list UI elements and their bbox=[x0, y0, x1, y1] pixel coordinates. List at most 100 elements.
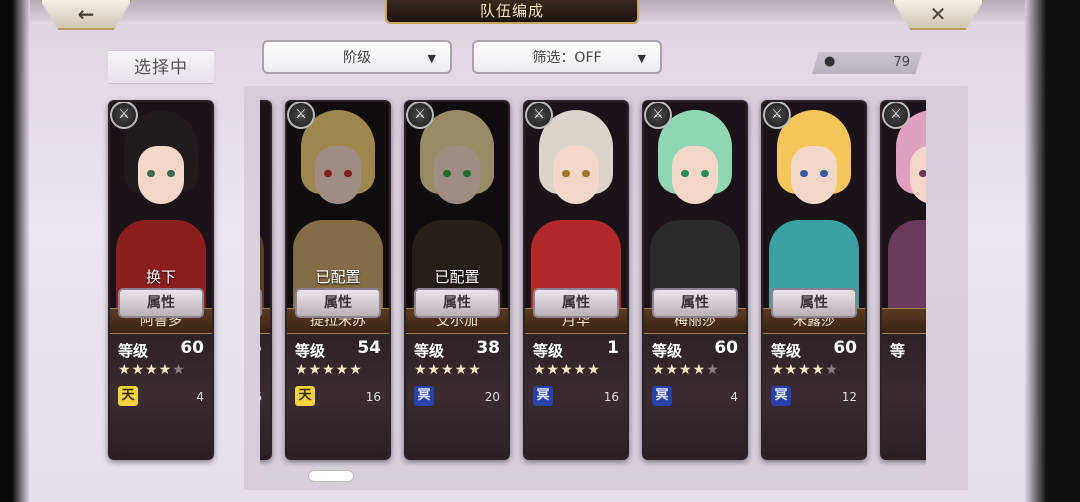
portrait-face bbox=[672, 146, 718, 204]
assigned-label: 已配置 bbox=[434, 268, 480, 286]
stars-filled: ★★★★ bbox=[652, 362, 707, 378]
rarity-stars: ★★★★★ bbox=[771, 362, 839, 378]
horizontal-scrollbar[interactable] bbox=[262, 472, 924, 482]
rank-sort-dropdown[interactable]: 阶级 ▼ bbox=[262, 40, 452, 74]
portrait-eye bbox=[820, 170, 828, 177]
level-label: 等级 bbox=[118, 342, 149, 360]
level-value: 60 bbox=[180, 338, 204, 358]
unit-card-list[interactable]: ⚔ 艳 等级 55 ★★★ 16 性 ⚔ 已配置 提拉米苏 等级 54 ★★★★… bbox=[260, 96, 926, 466]
unit-number: 16 bbox=[260, 390, 262, 404]
unit-count-value: 79 bbox=[893, 55, 910, 70]
unit-card[interactable]: ⚔ 等 bbox=[880, 100, 926, 460]
attribute-button[interactable]: 性 bbox=[260, 288, 262, 318]
unit-number: 20 bbox=[484, 390, 500, 404]
level-label: 等级 bbox=[652, 342, 683, 360]
attribute-button[interactable]: 属性 bbox=[652, 288, 738, 318]
back-arrow-icon: ← bbox=[77, 2, 95, 26]
selected-unit-card[interactable]: ⚔ 换下 阿鲁多 等级 60 ★★★★★ 天 4 属性 bbox=[108, 100, 214, 460]
stars-filled: ★★★★★ bbox=[414, 362, 482, 378]
unit-card[interactable]: ⚔ 梅丽莎 等级 60 ★★★★★ 冥 4 属性 bbox=[642, 100, 748, 460]
unit-portrait bbox=[882, 102, 926, 310]
unit-portrait bbox=[763, 102, 865, 310]
unit-card[interactable]: ⚔ 米露莎 等级 60 ★★★★★ 冥 12 属性 bbox=[761, 100, 867, 460]
portrait-eye bbox=[562, 170, 570, 177]
portrait-face bbox=[138, 146, 184, 204]
sword-icon: ⚔ bbox=[110, 102, 138, 129]
level-value: 55 bbox=[260, 338, 262, 358]
sword-icon: ⚔ bbox=[287, 102, 315, 129]
unit-card[interactable]: ⚔ 已配置 艾尔加 等级 38 ★★★★★ 冥 20 属性 bbox=[404, 100, 510, 460]
attribute-button[interactable]: 属性 bbox=[771, 288, 857, 318]
rank-badge: 冥 bbox=[533, 386, 553, 406]
sword-icon: ⚔ bbox=[406, 102, 434, 129]
portrait-eye bbox=[582, 170, 590, 177]
stars-empty: ★ bbox=[172, 362, 186, 378]
rank-badge: 天 bbox=[118, 386, 138, 406]
unit-number: 12 bbox=[841, 390, 857, 404]
level-value: 38 bbox=[476, 338, 500, 358]
attribute-button[interactable]: 属性 bbox=[295, 288, 381, 318]
level-value: 60 bbox=[833, 338, 857, 358]
page-title: 队伍编成 bbox=[385, 0, 639, 24]
portrait-eye bbox=[701, 170, 709, 177]
level-label: 等级 bbox=[533, 342, 564, 360]
swap-out-label[interactable]: 换下 bbox=[110, 266, 212, 287]
unit-stats: 等级 60 ★★★★★ 天 4 bbox=[110, 334, 212, 458]
rarity-stars: ★★★★★ bbox=[652, 362, 720, 378]
unit-stats: 等 bbox=[882, 334, 926, 458]
unit-stats: 等级 1 ★★★★★ 冥 16 bbox=[525, 334, 627, 458]
portrait-eye bbox=[147, 170, 155, 177]
stars-empty: ★ bbox=[706, 362, 720, 378]
close-icon: ✕ bbox=[929, 2, 947, 26]
filter-label: 筛选：OFF bbox=[532, 50, 602, 66]
level-value: 1 bbox=[607, 338, 619, 358]
unit-stats: 等级 55 ★★★ 16 bbox=[260, 334, 270, 458]
scrollbar-thumb[interactable] bbox=[308, 470, 354, 482]
unit-card[interactable]: ⚔ 已配置 提拉米苏 等级 54 ★★★★★ 天 16 属性 bbox=[285, 100, 391, 460]
portrait-eye bbox=[681, 170, 689, 177]
attribute-button[interactable]: 属性 bbox=[533, 288, 619, 318]
unit-card[interactable]: ⚔ 艳 等级 55 ★★★ 16 性 bbox=[260, 100, 272, 460]
portrait-face bbox=[791, 146, 837, 204]
unit-stats: 等级 60 ★★★★★ 冥 4 bbox=[644, 334, 746, 458]
stars-filled: ★★★★★ bbox=[533, 362, 601, 378]
rank-badge: 冥 bbox=[771, 386, 791, 406]
unit-portrait bbox=[644, 102, 746, 310]
rank-badge: 天 bbox=[295, 386, 315, 406]
unit-card[interactable]: ⚔ 月华 等级 1 ★★★★★ 冥 16 属性 bbox=[523, 100, 629, 460]
attribute-button[interactable]: 属性 bbox=[118, 288, 204, 318]
close-button[interactable]: ✕ bbox=[892, 0, 984, 30]
selecting-label: 选择中 bbox=[108, 50, 214, 84]
unit-number: 4 bbox=[730, 390, 738, 404]
rarity-stars: ★★★★★ bbox=[414, 362, 482, 378]
portrait-body bbox=[888, 220, 926, 310]
unit-count-badge: ● 79 bbox=[812, 52, 922, 74]
rank-badge: 冥 bbox=[414, 386, 434, 406]
sword-icon: ⚔ bbox=[644, 102, 672, 129]
portrait-eye bbox=[919, 170, 926, 177]
sword-icon: ⚔ bbox=[525, 102, 553, 129]
level-label: 等 bbox=[890, 342, 906, 360]
portrait-face bbox=[553, 146, 599, 204]
level-value: 60 bbox=[714, 338, 738, 358]
back-button[interactable]: ← bbox=[40, 0, 132, 30]
rank-sort-label: 阶级 bbox=[343, 50, 371, 66]
right-edge-shadow bbox=[1024, 0, 1080, 502]
unit-stats: 等级 60 ★★★★★ 冥 12 bbox=[763, 334, 865, 458]
attribute-button[interactable]: 属性 bbox=[414, 288, 500, 318]
sword-icon: ⚔ bbox=[882, 102, 910, 129]
rank-badge: 冥 bbox=[652, 386, 672, 406]
unit-stats: 等级 54 ★★★★★ 天 16 bbox=[287, 334, 389, 458]
portrait-eye bbox=[800, 170, 808, 177]
level-label: 等级 bbox=[414, 342, 445, 360]
assigned-label: 已配置 bbox=[315, 268, 361, 286]
chevron-down-icon: ▼ bbox=[637, 52, 646, 65]
stars-filled: ★★★★ bbox=[771, 362, 826, 378]
rarity-stars: ★★★★★ bbox=[295, 362, 363, 378]
unit-portrait bbox=[260, 102, 270, 310]
unit-name bbox=[882, 308, 926, 334]
unit-number: 16 bbox=[603, 390, 619, 404]
filter-dropdown[interactable]: 筛选：OFF ▼ bbox=[472, 40, 662, 74]
level-label: 等级 bbox=[771, 342, 802, 360]
stars-filled: ★★★★ bbox=[118, 362, 173, 378]
